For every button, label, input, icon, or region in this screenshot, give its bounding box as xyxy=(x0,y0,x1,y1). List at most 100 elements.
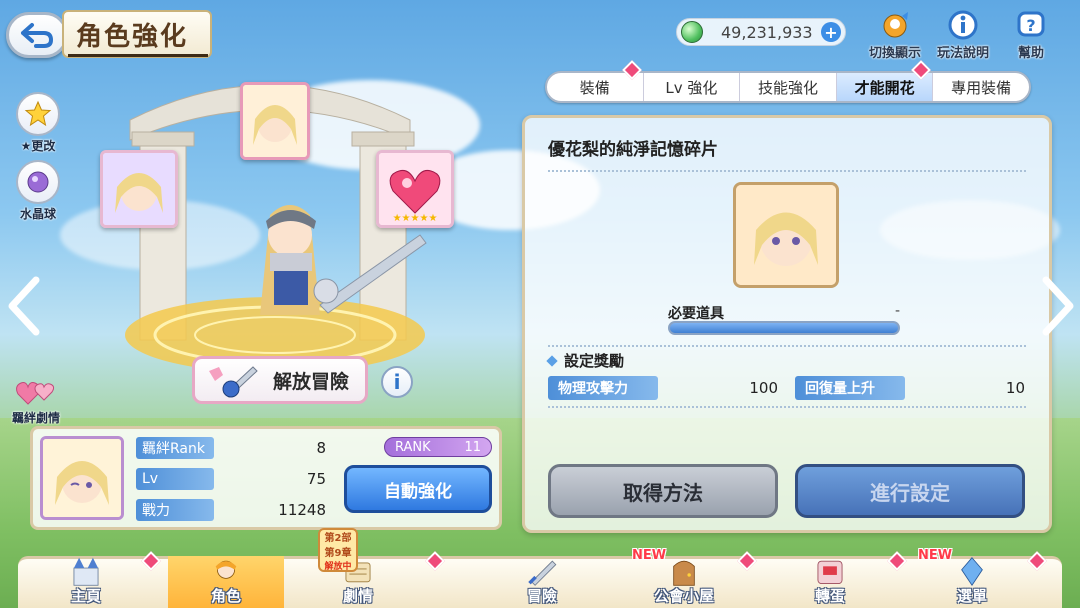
memory-slot-left[interactable] xyxy=(100,150,178,228)
stat-row-physical-attack: 物理攻擊力 100 xyxy=(548,376,784,400)
tab-skill-up[interactable]: 技能強化 xyxy=(740,73,837,101)
release-adventure-button[interactable]: 解放冒險 xyxy=(192,356,368,404)
stat-value: 10 xyxy=(1005,379,1025,397)
crystal-ball-label: 水晶球 xyxy=(19,207,56,221)
character-portrait[interactable] xyxy=(40,436,124,520)
level-label: Lv xyxy=(136,468,214,490)
how-to-play-label: 玩法說明 xyxy=(936,46,989,61)
nav-gacha[interactable]: 轉蛋 xyxy=(772,556,888,608)
memory-piece-item[interactable] xyxy=(733,182,839,288)
crystal-icon-frame xyxy=(16,160,60,204)
nav-menu-label: 選單 xyxy=(956,587,987,605)
nav-character[interactable]: 角色 xyxy=(168,556,284,608)
diamond-bullet-icon xyxy=(546,354,558,367)
svg-text:?: ? xyxy=(1026,16,1035,35)
reward-settings-label: 設定獎勵 xyxy=(564,352,625,370)
tab-unique-equipment[interactable]: 專用裝備 xyxy=(933,73,1029,101)
auto-enhance-button[interactable]: 自動強化 xyxy=(344,465,492,513)
required-item-label: 必要道具 xyxy=(668,306,724,322)
required-item-bar xyxy=(668,321,900,335)
nav-adventure-label: 冒險 xyxy=(526,587,557,605)
bond-story-button[interactable]: 羈絆劇情 xyxy=(10,376,62,426)
stat-row-heal-up: 回復量上升 10 xyxy=(795,376,1029,400)
divider xyxy=(548,406,1026,408)
character-icon xyxy=(215,560,237,579)
change-star-button[interactable]: ★更改 xyxy=(12,92,64,154)
obtain-method-button[interactable]: 取得方法 xyxy=(548,464,778,518)
confirm-settings-button[interactable]: 進行設定 xyxy=(795,464,1025,518)
tab-level-up[interactable]: Lv 強化 xyxy=(644,73,741,101)
tab-skill-up-label: 技能強化 xyxy=(757,78,818,97)
nav-home[interactable]: 主頁 xyxy=(28,556,144,608)
sword-icon xyxy=(528,560,557,586)
crystal-menu-icon xyxy=(961,557,983,587)
level-value: 75 xyxy=(306,470,326,488)
toggle-display-label: 切換顯示 xyxy=(868,46,921,61)
door-icon xyxy=(673,560,695,586)
tab-level-up-label: Lv 強化 xyxy=(665,78,718,97)
nav-guild-house-label: 公會小屋 xyxy=(653,587,714,605)
divider xyxy=(548,170,1026,172)
stat-name: 物理攻擊力 xyxy=(548,376,658,400)
bond-rank-label: 羈絆Rank xyxy=(136,437,214,459)
toggle-display-button[interactable]: 切換顯示 xyxy=(860,10,930,62)
rank-value: 11 xyxy=(464,439,481,455)
tab-talent-bloom-label: 才能開花 xyxy=(854,78,915,97)
help-label: 幫助 xyxy=(1017,46,1044,61)
nav-home-label: 主頁 xyxy=(70,587,101,605)
event-badge-line1: 第2部 xyxy=(324,532,352,544)
release-adventure-label: 解放冒險 xyxy=(273,370,350,393)
nav-menu[interactable]: 選單 xyxy=(914,556,1030,608)
bond-story-label: 羈絆劇情 xyxy=(11,411,60,425)
how-to-play-button[interactable]: 玩法說明 xyxy=(928,10,998,62)
auto-enhance-label: 自動強化 xyxy=(384,481,452,502)
crystal-ball-button[interactable]: 水晶球 xyxy=(12,160,64,222)
bond-rank-row: 羈絆Rank 8 xyxy=(136,437,332,459)
new-badge-menu: NEW xyxy=(918,548,953,563)
pure-memory-slot[interactable]: ★★★★★ xyxy=(376,150,454,228)
stat-name: 回復量上升 xyxy=(795,376,905,400)
event-chapter-badge: 第2部 第9章 解放中 xyxy=(318,528,358,572)
next-character-icon[interactable] xyxy=(1040,276,1076,336)
sword-shield-icon xyxy=(209,366,258,398)
bond-rank-value: 8 xyxy=(316,439,326,457)
hearts-icon xyxy=(16,382,55,405)
previous-character-icon[interactable] xyxy=(6,276,42,336)
nav-guild-house[interactable]: 公會小屋 xyxy=(626,556,742,608)
svg-text:★★★★★: ★★★★★ xyxy=(393,213,438,224)
gacha-machine-icon xyxy=(817,560,843,584)
nav-character-label: 角色 xyxy=(210,587,241,605)
info-icon xyxy=(948,10,978,40)
divider xyxy=(548,345,1026,347)
change-star-label: ★更改 xyxy=(20,139,56,153)
reward-settings-heading: 設定獎勵 xyxy=(546,350,625,371)
toggle-display-icon xyxy=(883,12,908,38)
rank-badge: RANK 11 xyxy=(384,437,492,457)
obtain-method-label: 取得方法 xyxy=(623,480,703,505)
currency-value: 49,231,933 xyxy=(721,22,813,42)
character-portrait-icon xyxy=(736,185,836,285)
help-button[interactable]: ? 幫助 xyxy=(996,10,1066,62)
character-portrait-icon xyxy=(103,153,175,225)
jewel-icon xyxy=(681,21,703,43)
required-item-value: - xyxy=(895,303,901,319)
nav-adventure[interactable]: 冒險 xyxy=(484,556,600,608)
memory-slot-top[interactable] xyxy=(240,82,310,160)
rank-label: RANK xyxy=(395,439,431,455)
item-name: 優花梨的純淨記憶碎片 xyxy=(548,140,718,160)
tab-equipment-label: 裝備 xyxy=(579,78,610,97)
title-underline xyxy=(68,54,208,57)
star-icon xyxy=(24,100,52,127)
nav-gacha-label: 轉蛋 xyxy=(814,587,845,605)
tab-unique-equipment-label: 專用裝備 xyxy=(951,78,1012,97)
crystal-ball-icon xyxy=(27,171,49,193)
back-button[interactable] xyxy=(6,12,68,58)
page-title-plate: 角色強化 xyxy=(62,10,212,58)
back-arrow-icon xyxy=(21,23,53,48)
release-info-button[interactable]: i xyxy=(381,366,413,398)
level-row: Lv 75 xyxy=(136,468,332,490)
confirm-settings-label: 進行設定 xyxy=(870,480,950,505)
star-icon-frame xyxy=(16,92,60,136)
add-currency-button[interactable]: + xyxy=(821,22,841,42)
page-title: 角色強化 xyxy=(76,21,189,52)
